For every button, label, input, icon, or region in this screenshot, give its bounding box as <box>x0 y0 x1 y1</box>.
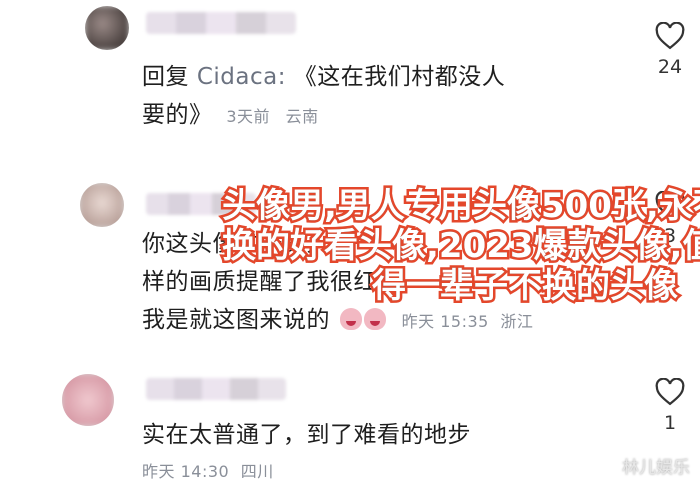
comment-location: 四川 <box>240 462 274 481</box>
like-button[interactable]: 1 <box>650 378 690 434</box>
heart-icon <box>655 22 685 50</box>
comment-text: 回复 Cidaca: 《这在我们村都没人 要的》 3天前 云南 <box>142 58 582 136</box>
like-count: 24 <box>657 56 683 78</box>
comment-meta: 昨天 14:30 四川 <box>142 458 274 482</box>
watermark: 林儿娱乐 <box>622 458 690 478</box>
heart-icon <box>655 378 685 406</box>
reply-to-user[interactable]: Cidaca <box>197 64 278 90</box>
reply-separator: : <box>277 64 286 90</box>
comment-item: 实在太普通了，到了难看的地步 昨天 14:30 四川 1 <box>0 370 700 484</box>
like-button[interactable]: 24 <box>650 22 690 78</box>
overlay-title-line2: 换的好看头像,2023爆款头像,值 <box>220 224 700 269</box>
comment-content-line3: 我是就这图来说的 <box>142 307 330 333</box>
like-count: 1 <box>663 412 677 434</box>
reply-prefix: 回复 <box>142 64 189 90</box>
overlay-headline: 头像男,男人专用头像500张,永不 换的好看头像,2023爆款头像,值 得一辈子… <box>220 184 700 309</box>
comment-content-line1: 实在太普通了，到了难看的地步 <box>142 422 471 448</box>
comment-meta: 昨天 15:35 浙江 <box>402 312 534 331</box>
avatar[interactable] <box>62 374 114 426</box>
avatar[interactable] <box>85 6 129 50</box>
username-blurred[interactable] <box>146 12 296 34</box>
comment-item: 回复 Cidaca: 《这在我们村都没人 要的》 3天前 云南 24 <box>0 0 700 150</box>
overlay-title-line1: 头像男,男人专用头像500张,永不 <box>220 184 700 229</box>
comment-time: 昨天 15:35 <box>401 312 489 331</box>
comment-time: 3天前 <box>226 107 270 126</box>
comment-location: 云南 <box>285 107 319 126</box>
comment-content-line1: 《这在我们村都没人 <box>293 64 506 90</box>
comment-time: 昨天 14:30 <box>142 462 230 481</box>
comment-meta: 3天前 云南 <box>226 107 318 126</box>
emoji-icon <box>339 308 362 330</box>
avatar[interactable] <box>80 183 124 227</box>
comment-location: 浙江 <box>500 312 534 331</box>
emoji-icon <box>363 308 386 330</box>
username-blurred[interactable] <box>146 378 286 400</box>
overlay-title-line3: 得一辈子不换的头像 <box>370 264 681 309</box>
comment-content-line2: 要的》 <box>142 102 213 128</box>
